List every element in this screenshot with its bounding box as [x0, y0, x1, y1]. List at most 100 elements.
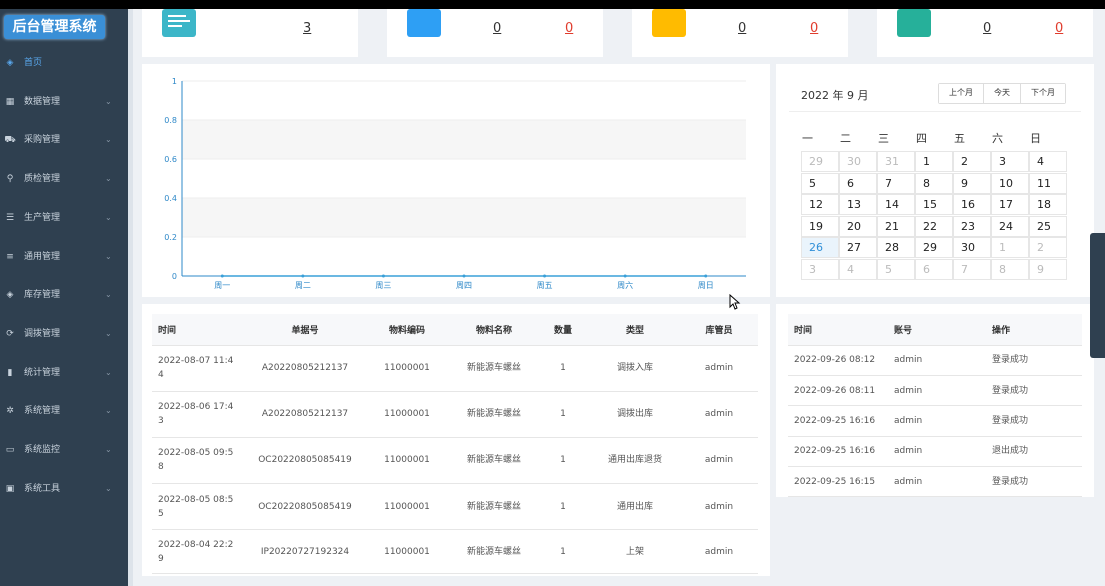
- calendar-day[interactable]: 19: [801, 215, 839, 237]
- stat-card-2[interactable]: 0 0: [387, 9, 603, 57]
- table-row[interactable]: 2022-09-25 16:15 admin 登录成功: [788, 466, 1082, 498]
- calendar-day[interactable]: 26: [801, 237, 839, 258]
- column-header[interactable]: 物料编码: [362, 314, 452, 346]
- calendar-day[interactable]: 23: [953, 215, 991, 237]
- calendar-day[interactable]: 14: [877, 194, 915, 215]
- column-header[interactable]: 时间: [152, 314, 248, 346]
- table-row[interactable]: 2022-08-07 11:4 4 A20220805212137 11000001…: [152, 345, 758, 392]
- calendar-day[interactable]: 25: [1029, 215, 1067, 237]
- stat-value-3a[interactable]: 0: [738, 21, 746, 36]
- table-cell: A20220805212137: [248, 391, 362, 438]
- calendar-day[interactable]: 24: [991, 215, 1029, 237]
- table-row[interactable]: 2022-08-04 22:2 9 IP20220727192324 1100000…: [152, 529, 758, 575]
- calendar-day[interactable]: 29: [915, 237, 953, 258]
- calendar-day[interactable]: 22: [915, 215, 953, 237]
- table-cell: 1: [536, 345, 590, 392]
- gear-icon: ✲: [6, 406, 14, 417]
- calendar-day[interactable]: 30: [953, 237, 991, 258]
- column-header[interactable]: 数量: [536, 314, 590, 346]
- calendar-day[interactable]: 9: [953, 172, 991, 194]
- column-header[interactable]: 时间: [788, 314, 888, 346]
- calendar-day[interactable]: 3: [991, 151, 1029, 172]
- calendar-day[interactable]: 5: [801, 172, 839, 194]
- calendar-day[interactable]: 4: [1029, 151, 1067, 172]
- table-cell: admin: [888, 405, 986, 437]
- calendar-day[interactable]: 1: [991, 237, 1029, 258]
- calendar-day[interactable]: 29: [801, 151, 839, 172]
- prev-month-button[interactable]: 上个月: [939, 84, 984, 103]
- stat-card-3[interactable]: 0 0: [632, 9, 848, 57]
- calendar-day[interactable]: 27: [839, 237, 877, 258]
- sidebar-item-label: 生产管理: [24, 212, 61, 223]
- y-tick-label: 0.4: [164, 194, 177, 203]
- sidebar-item-6[interactable]: ◈ 库存管理 ⌄: [0, 276, 128, 314]
- sidebar-item-4[interactable]: ☰ 生产管理 ⌄: [0, 199, 128, 237]
- column-header[interactable]: 类型: [590, 314, 680, 346]
- calendar-day[interactable]: 3: [801, 258, 839, 280]
- sidebar-item-10[interactable]: ▭ 系统监控 ⌄: [0, 431, 128, 469]
- calendar-day[interactable]: 20: [839, 215, 877, 237]
- sidebar-item-9[interactable]: ✲ 系统管理 ⌄: [0, 392, 128, 430]
- calendar-day[interactable]: 15: [915, 194, 953, 215]
- sidebar-item-8[interactable]: ▮ 统计管理 ⌄: [0, 354, 128, 392]
- sidebar-item-1[interactable]: ▦ 数据管理 ⌄: [0, 83, 128, 121]
- stat-value-4a[interactable]: 0: [983, 21, 991, 36]
- sidebar-item-3[interactable]: ⚲ 质检管理 ⌄: [0, 160, 128, 198]
- cart-icon: ⛟: [4, 135, 16, 146]
- calendar-day[interactable]: 18: [1029, 194, 1067, 215]
- sidebar-item-11[interactable]: ▣ 系统工具 ⌄: [0, 470, 128, 508]
- calendar-day[interactable]: 2: [1029, 237, 1067, 258]
- stat-value-4b[interactable]: 0: [1055, 21, 1063, 36]
- calendar-day[interactable]: 28: [877, 237, 915, 258]
- column-header[interactable]: 账号: [888, 314, 986, 346]
- table-row[interactable]: 2022-08-05 08:5 5 OC20220805085419 1100000…: [152, 483, 758, 531]
- column-header[interactable]: 单据号: [248, 314, 362, 346]
- calendar-day[interactable]: 5: [877, 258, 915, 280]
- stat-value-1[interactable]: 3: [303, 21, 311, 36]
- table-row[interactable]: 2022-09-25 16:16 admin 登录成功: [788, 405, 1082, 437]
- table-row[interactable]: 2022-09-26 08:12 admin 登录成功: [788, 345, 1082, 376]
- stat-card-1[interactable]: 3: [142, 9, 358, 57]
- calendar-day[interactable]: 8: [915, 172, 953, 194]
- sidebar-item-5[interactable]: ≡ 通用管理 ⌄: [0, 238, 128, 276]
- table-row[interactable]: 2022-09-26 08:11 admin 登录成功: [788, 375, 1082, 407]
- calendar-day[interactable]: 4: [839, 258, 877, 280]
- calendar-day[interactable]: 11: [1029, 172, 1067, 194]
- table-cell: 2022-08-07 11:4 4: [152, 345, 248, 392]
- calendar-day[interactable]: 8: [991, 258, 1029, 280]
- column-header[interactable]: 物料名称: [452, 314, 536, 346]
- sidebar-item-7[interactable]: ⟳ 调拨管理 ⌄: [0, 315, 128, 353]
- calendar-day[interactable]: 13: [839, 194, 877, 215]
- calendar-day[interactable]: 7: [877, 172, 915, 194]
- column-header[interactable]: 库管员: [680, 314, 758, 346]
- calendar-day[interactable]: 10: [991, 172, 1029, 194]
- sidebar-item-0[interactable]: ◈ 首页: [0, 44, 128, 82]
- table-row[interactable]: 2022-09-25 16:16 admin 退出成功: [788, 436, 1082, 468]
- right-panel-handle[interactable]: [1090, 233, 1105, 358]
- stat-value-3b[interactable]: 0: [810, 21, 818, 36]
- chevron-down-icon: ⌄: [105, 212, 112, 222]
- sidebar-item-2[interactable]: ⛟ 采购管理 ⌄: [0, 121, 128, 159]
- today-button[interactable]: 今天: [984, 84, 1021, 103]
- calendar-day[interactable]: 6: [839, 172, 877, 194]
- calendar-day[interactable]: 9: [1029, 258, 1067, 280]
- grid-band: [182, 198, 746, 237]
- stat-card-4[interactable]: 0 0: [877, 9, 1093, 57]
- calendar-day[interactable]: 7: [953, 258, 991, 280]
- table-cell: 新能源车螺丝: [452, 437, 536, 485]
- calendar-day[interactable]: 6: [915, 258, 953, 280]
- calendar-day[interactable]: 17: [991, 194, 1029, 215]
- table-row[interactable]: 2022-08-06 17:4 3 A20220805212137 11000001…: [152, 391, 758, 438]
- calendar-day[interactable]: 30: [839, 151, 877, 172]
- calendar-day[interactable]: 16: [953, 194, 991, 215]
- stat-value-2a[interactable]: 0: [493, 21, 501, 36]
- calendar-day[interactable]: 12: [801, 194, 839, 215]
- calendar-day[interactable]: 31: [877, 151, 915, 172]
- column-header[interactable]: 操作: [986, 314, 1082, 346]
- table-row[interactable]: 2022-08-05 09:5 8 OC20220805085419 1100000…: [152, 437, 758, 485]
- calendar-day[interactable]: 21: [877, 215, 915, 237]
- next-month-button[interactable]: 下个月: [1021, 84, 1065, 103]
- calendar-day[interactable]: 2: [953, 151, 991, 172]
- calendar-day[interactable]: 1: [915, 151, 953, 172]
- stat-value-2b[interactable]: 0: [565, 21, 573, 36]
